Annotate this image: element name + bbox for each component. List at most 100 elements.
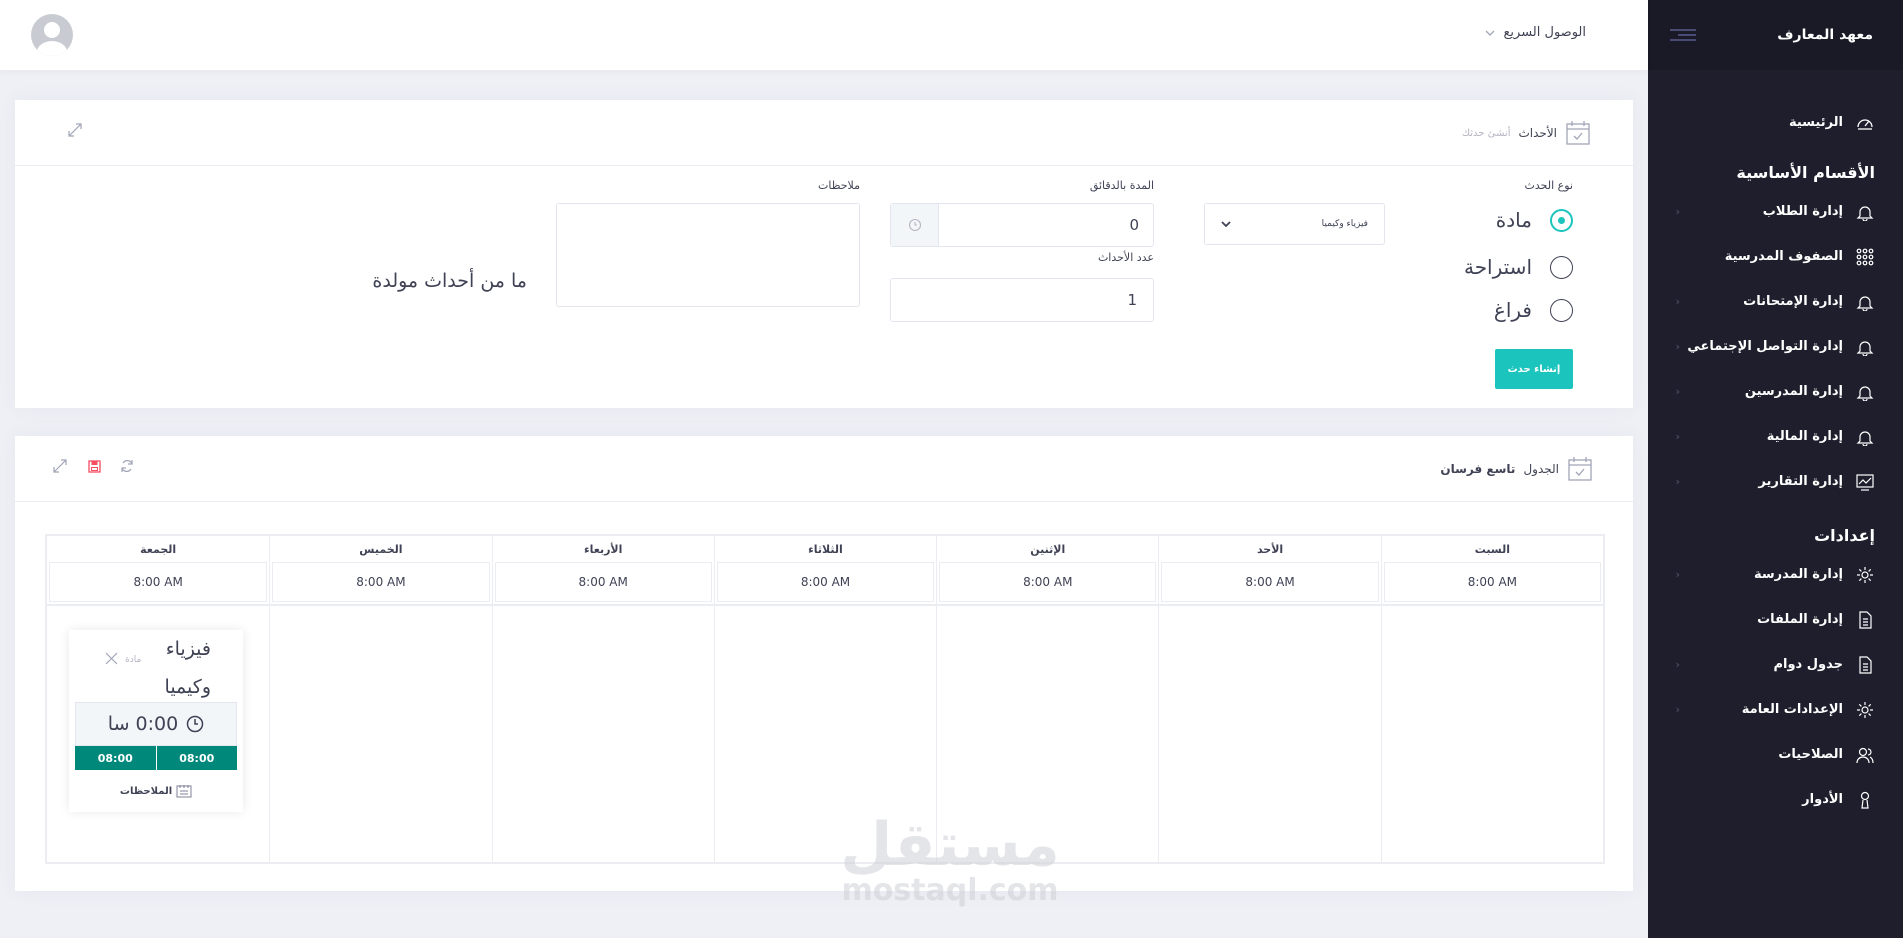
bell-icon — [1855, 292, 1875, 312]
sidebar-item[interactable]: الرئيسية — [1648, 100, 1903, 145]
calendar-icon — [1567, 456, 1593, 482]
duration-field[interactable]: 0 — [890, 203, 1154, 247]
radio-label: فراغ — [1493, 298, 1532, 322]
event-duration-box: 0:00 سا — [75, 702, 237, 746]
close-icon[interactable] — [105, 652, 118, 665]
empty-events-message: ما من أحداث مولدة — [372, 270, 527, 292]
events-card: الأحداث أنشئ حدثك نوع الحدث مادة استراحة… — [15, 100, 1633, 408]
sidebar-item[interactable]: إدارة التواصل الإجتماعي ‹ — [1648, 324, 1903, 369]
sidebar-item[interactable]: الصلاحيات — [1648, 732, 1903, 777]
day-header: السبت — [1474, 542, 1510, 556]
radio-button[interactable] — [1550, 298, 1573, 322]
day-header: الخميس — [359, 542, 403, 556]
day-slot-area[interactable] — [492, 604, 714, 862]
sidebar-item[interactable]: إدارة الإمتحانات ‹ — [1648, 279, 1903, 324]
radio-subject[interactable]: مادة — [1496, 208, 1573, 232]
sidebar-item-label: الصلاحيات — [1778, 747, 1843, 762]
notes-label: ملاحظات — [818, 179, 860, 192]
sidebar-item[interactable]: الإعدادات العامة ‹ — [1648, 687, 1903, 732]
day-slot-area[interactable]: فيزياء وكيميا مادة 0:00 سا 08:00 08:00 ا… — [47, 604, 270, 862]
sidebar-brand: معهد المعارف — [1648, 0, 1903, 70]
sidebar: معهد المعارف الرئيسية الأقسام الأساسية إ… — [1648, 0, 1903, 938]
gear-icon — [1855, 700, 1875, 720]
radio-button[interactable] — [1550, 255, 1573, 279]
day-slot-area[interactable] — [270, 604, 492, 862]
menu-toggle-icon[interactable] — [1670, 28, 1698, 42]
chevron-left-icon: ‹ — [1675, 658, 1680, 671]
expand-icon[interactable] — [52, 458, 68, 474]
sidebar-item[interactable]: إدارة التقارير ‹ — [1648, 459, 1903, 504]
chevron-left-icon: ‹ — [1675, 205, 1680, 218]
gear-icon — [1855, 565, 1875, 585]
bell-icon — [1855, 382, 1875, 402]
event-type: مادة — [125, 655, 142, 665]
duration-value: 0 — [1129, 216, 1139, 234]
refresh-icon[interactable] — [119, 458, 135, 474]
day-start-time[interactable]: 8:00 AM — [1383, 562, 1601, 602]
class-name: تاسع فرسان — [1440, 462, 1516, 476]
sidebar-item[interactable]: إدارة المدرسة ‹ — [1648, 552, 1903, 597]
expand-icon[interactable] — [67, 122, 83, 138]
user-avatar[interactable] — [31, 14, 73, 56]
sidebar-item-label: إدارة الطلاب — [1762, 204, 1843, 219]
sidebar-item-label: إدارة المالية — [1766, 429, 1843, 444]
sidebar-item[interactable]: الأدوار — [1648, 777, 1903, 822]
radio-label: مادة — [1495, 208, 1532, 232]
day-start-time[interactable]: 8:00 AM — [1161, 562, 1379, 602]
bell-icon — [1855, 337, 1875, 357]
duration-label: المدة بالدقائق — [1089, 179, 1154, 192]
day-start-time[interactable]: 8:00 AM — [49, 562, 268, 602]
bell-icon — [1855, 427, 1875, 447]
radio-break[interactable]: استراحة — [1464, 255, 1573, 279]
event-notes-link[interactable]: الملاحظات — [69, 784, 243, 798]
quick-access-dropdown[interactable]: الوصول السريع — [1485, 25, 1586, 40]
brand-name: معهد المعارف — [1777, 27, 1873, 43]
schedule-card: الجدول تاسع فرسان الجمعة 8:00 AM فيزياء و… — [15, 436, 1633, 891]
sidebar-item[interactable]: إدارة الملفات — [1648, 597, 1903, 642]
chevron-left-icon: ‹ — [1675, 385, 1680, 398]
event-count-field[interactable]: 1 — [890, 278, 1154, 322]
notes-textarea[interactable] — [556, 203, 860, 307]
day-start-time[interactable]: 8:00 AM — [716, 562, 935, 602]
top-header: الوصول السريع — [0, 0, 1648, 70]
schedule-event-card[interactable]: فيزياء وكيميا مادة 0:00 سا 08:00 08:00 ا… — [69, 630, 243, 812]
events-title: الأحداث — [1518, 126, 1557, 140]
day-start-time[interactable]: 8:00 AM — [494, 562, 712, 602]
chevron-left-icon: ‹ — [1675, 295, 1680, 308]
day-start-time[interactable]: 8:00 AM — [272, 562, 490, 602]
file-icon — [1855, 610, 1875, 630]
sidebar-item[interactable]: إدارة الطلاب ‹ — [1648, 189, 1903, 234]
bell-icon — [1855, 202, 1875, 222]
event-count-value: 1 — [1127, 291, 1137, 309]
sidebar-item[interactable]: جدول دوام ‹ — [1648, 642, 1903, 687]
radio-button[interactable] — [1550, 208, 1573, 232]
create-event-button[interactable]: إنشاء حدث — [1495, 349, 1573, 389]
schedule-card-header: الجدول تاسع فرسان — [15, 436, 1633, 502]
users-icon — [1855, 745, 1875, 765]
events-subtitle: أنشئ حدثك — [1461, 127, 1511, 139]
calendar-icon — [1565, 120, 1591, 146]
event-end-time: 08:00 — [156, 746, 237, 770]
day-start-time[interactable]: 8:00 AM — [939, 562, 1157, 602]
day-column: الجمعة 8:00 AM فيزياء وكيميا مادة 0:00 سا… — [47, 536, 270, 862]
sidebar-item-label: الإعدادات العامة — [1741, 702, 1843, 717]
day-header: الثلاثاء — [808, 542, 843, 556]
radio-free[interactable]: فراغ — [1494, 298, 1573, 322]
day-header: الجمعة — [140, 542, 177, 556]
day-slot-area[interactable] — [1159, 604, 1381, 862]
sidebar-item-label: الرئيسية — [1788, 115, 1843, 130]
user-icon — [1855, 790, 1875, 810]
radio-label: استراحة — [1463, 255, 1532, 279]
clock-icon — [891, 204, 939, 246]
sidebar-item-label: الصفوف المدرسية — [1724, 249, 1843, 264]
sidebar-item-label: إدارة الملفات — [1757, 612, 1843, 627]
chevron-down-icon — [1485, 30, 1495, 36]
sidebar-item[interactable]: إدارة المدرسين ‹ — [1648, 369, 1903, 414]
subject-select[interactable]: فيزياء وكيميا — [1204, 203, 1385, 245]
sidebar-item[interactable]: الصفوف المدرسية — [1648, 234, 1903, 279]
section-settings-title: إعدادات — [1814, 525, 1875, 545]
chevron-left-icon: ‹ — [1675, 475, 1680, 488]
day-slot-area[interactable] — [1381, 604, 1603, 862]
sidebar-item[interactable]: إدارة المالية ‹ — [1648, 414, 1903, 459]
save-icon[interactable] — [86, 458, 102, 474]
